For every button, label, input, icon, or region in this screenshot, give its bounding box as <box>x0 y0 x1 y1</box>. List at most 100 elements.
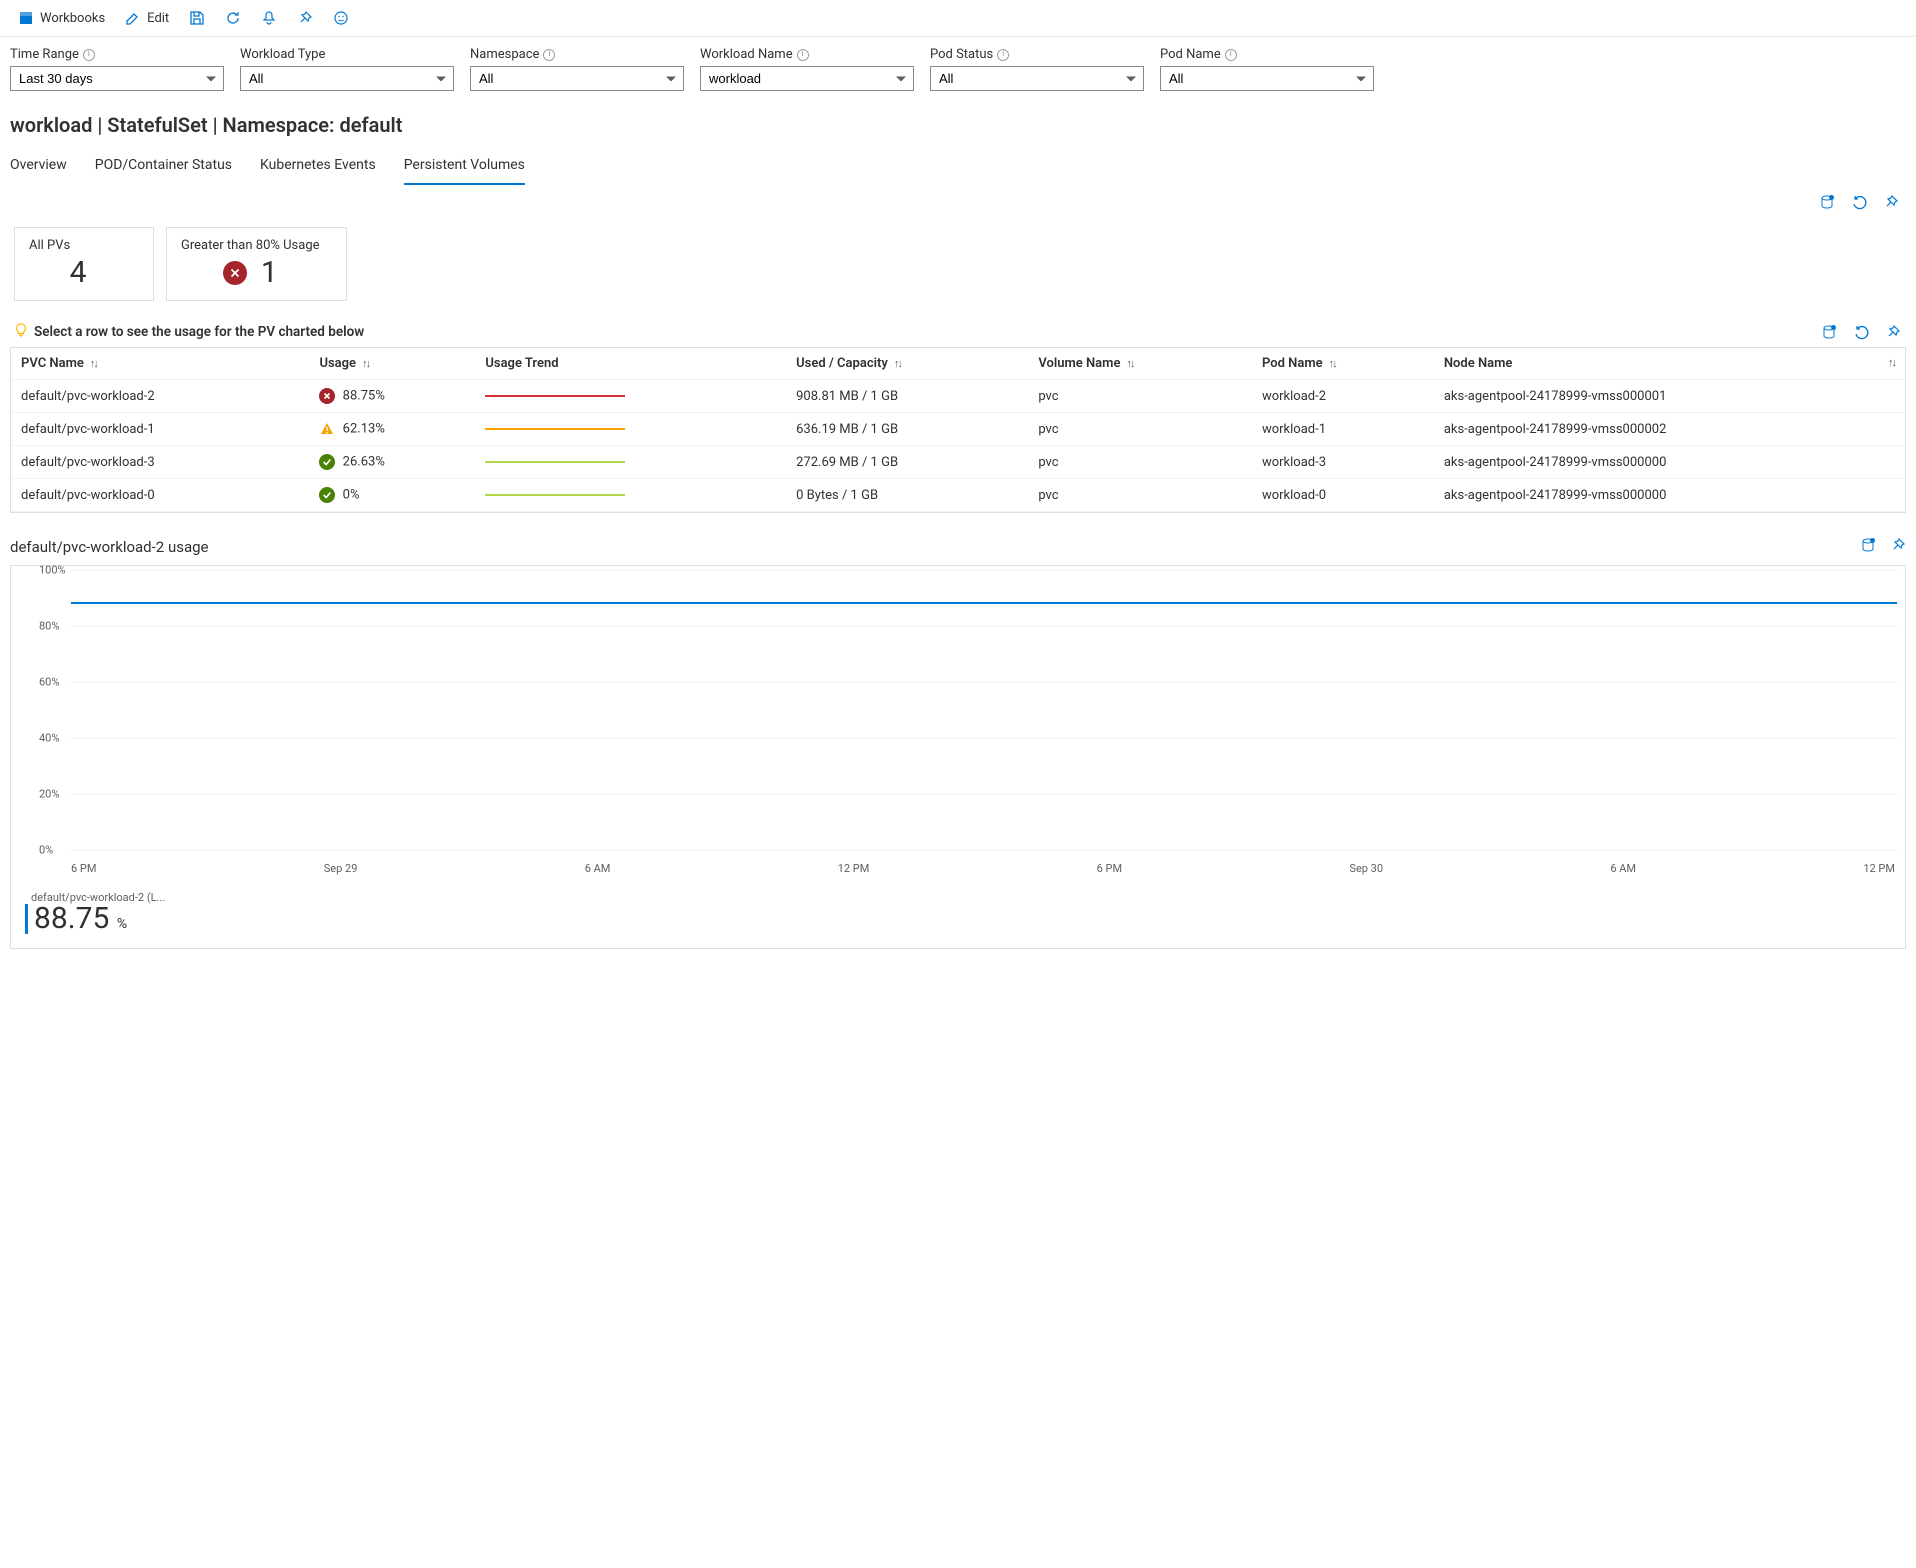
workbooks-icon <box>18 10 34 26</box>
legend-value: 88.75 % <box>25 904 1891 934</box>
info-icon[interactable]: i <box>797 49 809 61</box>
legend-series-name: default/pvc-workload-2 (L... <box>31 891 1891 904</box>
sort-icon[interactable]: ↑↓ <box>894 357 901 370</box>
cell-node: aks-agentpool-24178999-vmss000000 <box>1434 479 1905 512</box>
success-icon <box>319 454 335 470</box>
pod-status-select[interactable] <box>930 66 1144 91</box>
col-usage[interactable]: Usage↑↓ <box>309 348 475 380</box>
page-title: workload | StatefulSet | Namespace: defa… <box>0 95 1916 141</box>
sort-icon[interactable]: ↑↓ <box>1126 357 1133 370</box>
cell-pod: workload-2 <box>1252 380 1434 413</box>
feedback-button[interactable] <box>325 6 357 30</box>
filter-label: Workload Namei <box>700 47 914 62</box>
pod-name-select[interactable] <box>1160 66 1374 91</box>
filter-label: Pod Name i <box>1160 47 1374 62</box>
logs-icon[interactable] <box>1818 193 1836 211</box>
x-tick-label: 6 PM <box>71 862 96 875</box>
table-row[interactable]: default/pvc-workload-0 0%0 Bytes / 1 GBp… <box>11 479 1905 512</box>
grid-header: PVC Name↑↓ Usage↑↓ Usage Trend Used / Ca… <box>11 348 1905 380</box>
info-icon[interactable]: i <box>543 49 555 61</box>
cell-usage: 0% <box>309 479 475 512</box>
pin-icon[interactable] <box>1884 323 1902 341</box>
tab-events[interactable]: Kubernetes Events <box>260 151 376 185</box>
y-tick-label: 60% <box>39 676 59 689</box>
filter-label: Namespace i <box>470 47 684 62</box>
cell-volume: pvc <box>1028 413 1252 446</box>
label-text: Time Range <box>10 47 79 62</box>
tab-overview[interactable]: Overview <box>10 151 67 185</box>
card-gt80-usage[interactable]: Greater than 80% Usage 1 <box>166 227 347 301</box>
filter-time-range: Time Range i <box>10 47 224 91</box>
series-line <box>71 602 1897 604</box>
logs-icon[interactable] <box>1860 537 1876 557</box>
error-icon <box>223 261 247 285</box>
cell-pvc: default/pvc-workload-1 <box>11 413 309 446</box>
cell-used: 908.81 MB / 1 GB <box>786 380 1028 413</box>
col-node[interactable]: Node Name↑↓ <box>1434 348 1905 380</box>
time-range-select[interactable] <box>10 66 224 91</box>
error-icon <box>319 388 335 404</box>
label-text: Pod Name <box>1160 47 1221 62</box>
save-button[interactable] <box>181 6 213 30</box>
cell-volume: pvc <box>1028 380 1252 413</box>
filter-workload-type: Workload Type <box>240 47 454 91</box>
save-icon <box>189 10 205 26</box>
edit-label: Edit <box>147 11 169 26</box>
info-icon[interactable]: i <box>1225 49 1237 61</box>
namespace-select[interactable] <box>470 66 684 91</box>
card-value: 4 <box>29 255 127 290</box>
card-value: 1 <box>261 255 278 290</box>
tab-pod-status[interactable]: POD/Container Status <box>95 151 232 185</box>
top-toolbar: Workbooks Edit <box>0 0 1916 37</box>
cell-volume: pvc <box>1028 446 1252 479</box>
undo-icon[interactable] <box>1850 193 1868 211</box>
col-used[interactable]: Used / Capacity↑↓ <box>786 348 1028 380</box>
label-text: Namespace <box>470 47 539 62</box>
cell-usage: 26.63% <box>309 446 475 479</box>
workload-name-select[interactable] <box>700 66 914 91</box>
cell-pod: workload-0 <box>1252 479 1434 512</box>
chart-title: default/pvc-workload-2 usage <box>10 538 209 556</box>
pin-icon[interactable] <box>1882 193 1900 211</box>
tab-persistent-volumes[interactable]: Persistent Volumes <box>404 151 525 185</box>
info-icon[interactable]: i <box>997 49 1009 61</box>
grid-header-row: Select a row to see the usage for the PV… <box>0 309 1916 347</box>
refresh-button[interactable] <box>217 6 249 30</box>
logs-icon[interactable] <box>1820 323 1838 341</box>
col-pod[interactable]: Pod Name↑↓ <box>1252 348 1434 380</box>
filter-pod-status: Pod Statusi <box>930 47 1144 91</box>
pin-icon <box>297 10 313 26</box>
sort-icon[interactable]: ↑↓ <box>362 357 369 370</box>
table-row[interactable]: default/pvc-workload-3 26.63%272.69 MB /… <box>11 446 1905 479</box>
sort-icon[interactable]: ↑↓ <box>1888 356 1895 369</box>
sort-icon[interactable]: ↑↓ <box>90 357 97 370</box>
undo-icon[interactable] <box>1852 323 1870 341</box>
info-icon[interactable]: i <box>83 49 95 61</box>
y-tick-label: 20% <box>39 788 59 801</box>
cell-volume: pvc <box>1028 479 1252 512</box>
usage-chart: 0%20%40%60%80%100% 6 PMSep 296 AM12 PM6 … <box>10 565 1906 949</box>
col-volume[interactable]: Volume Name↑↓ <box>1028 348 1252 380</box>
cell-used: 0 Bytes / 1 GB <box>786 479 1028 512</box>
workload-type-select[interactable] <box>240 66 454 91</box>
col-pvc[interactable]: PVC Name↑↓ <box>11 348 309 380</box>
edit-button[interactable]: Edit <box>117 6 177 30</box>
cell-pvc: default/pvc-workload-2 <box>11 380 309 413</box>
hint-label: Select a row to see the usage for the PV… <box>34 324 364 340</box>
cell-trend <box>475 479 786 512</box>
refresh-icon <box>225 10 241 26</box>
legend-unit: % <box>117 916 127 932</box>
alerts-button[interactable] <box>253 6 285 30</box>
col-trend[interactable]: Usage Trend <box>475 348 786 380</box>
card-all-pvs[interactable]: All PVs 4 <box>14 227 154 301</box>
table-row[interactable]: default/pvc-workload-1 62.13%636.19 MB /… <box>11 413 1905 446</box>
y-tick-label: 0% <box>39 844 53 857</box>
table-row[interactable]: default/pvc-workload-2 88.75%908.81 MB /… <box>11 380 1905 413</box>
sort-icon[interactable]: ↑↓ <box>1329 357 1336 370</box>
chart-title-row: default/pvc-workload-2 usage <box>0 513 1916 565</box>
y-tick-label: 80% <box>39 620 59 633</box>
pin-button[interactable] <box>289 6 321 30</box>
workbooks-button[interactable]: Workbooks <box>10 6 113 30</box>
cell-node: aks-agentpool-24178999-vmss000002 <box>1434 413 1905 446</box>
pin-icon[interactable] <box>1890 537 1906 557</box>
